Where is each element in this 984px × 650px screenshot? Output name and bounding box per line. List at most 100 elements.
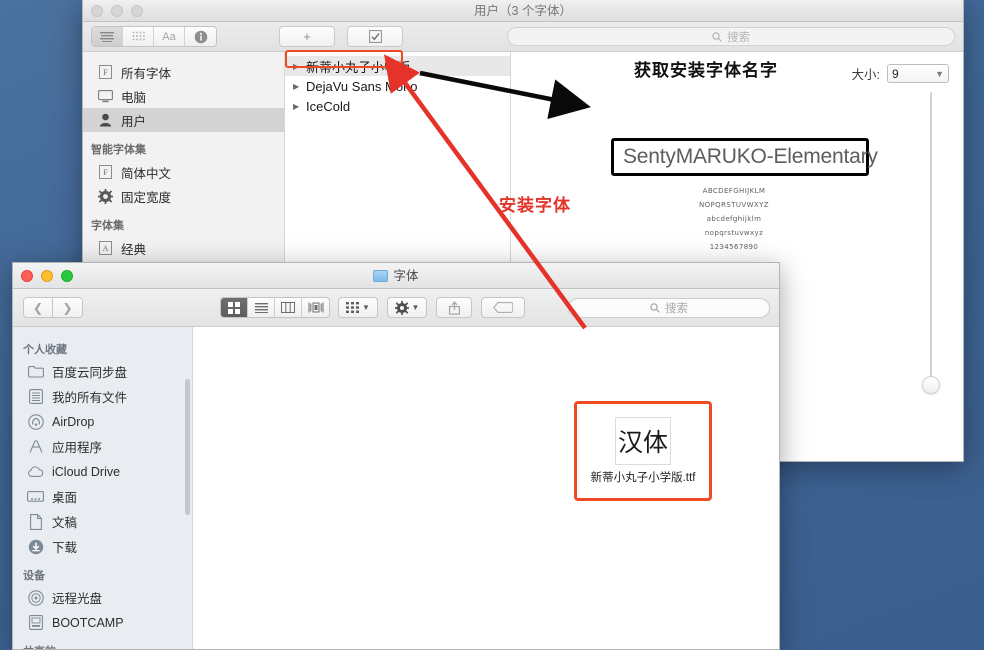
- finder-search-placeholder: 搜索: [665, 302, 688, 315]
- add-font-button[interactable]: +: [279, 26, 335, 47]
- font-list-item-label: IceCold: [306, 98, 351, 114]
- sidebar-item-baidu-sync[interactable]: 百度云同步盘: [13, 359, 192, 384]
- sidebar-item-icloud-drive[interactable]: iCloud Drive: [13, 459, 192, 484]
- search-icon: [712, 31, 722, 42]
- chevron-down-icon[interactable]: ▼: [935, 69, 944, 79]
- font-collection-icon: F: [97, 165, 113, 180]
- coverflow-view-icon[interactable]: [302, 298, 329, 317]
- sidebar-item-applications[interactable]: 应用程序: [13, 434, 192, 459]
- font-size-label: 大小:: [851, 68, 880, 82]
- sidebar-group-collections: 字体集: [91, 220, 124, 232]
- sidebar-scrollbar[interactable]: [185, 379, 190, 515]
- finder-title-text: 字体: [393, 269, 419, 283]
- applications-icon: [27, 439, 44, 454]
- font-size-value: 9: [892, 66, 899, 81]
- chevron-down-icon[interactable]: ▼: [412, 303, 420, 312]
- sidebar-item-label: AirDrop: [52, 414, 95, 429]
- tag-icon: [493, 302, 513, 313]
- checkbox-icon: [368, 30, 382, 43]
- sidebar-item-label: 我的所有文件: [52, 391, 128, 405]
- sample-line: nopqrstuvwxyz: [704, 229, 764, 237]
- sidebar-item-label: 所有字体: [121, 66, 172, 81]
- disclosure-triangle-icon[interactable]: ▶: [293, 82, 302, 91]
- font-book-search-field[interactable]: 搜索: [507, 27, 955, 46]
- font-list-item-senty[interactable]: ▶ 新蒂小丸子小学版: [285, 56, 510, 76]
- sidebar-item-label: 应用程序: [52, 441, 103, 455]
- sidebar-item-remote-disc[interactable]: 远程光盘: [13, 585, 192, 610]
- font-list-item-icecold[interactable]: ▶ IceCold: [285, 96, 510, 116]
- arrange-button[interactable]: ▼: [338, 297, 378, 318]
- finder-toolbar[interactable]: ❮ ❯ ▼ ▼ 搜索: [13, 289, 779, 327]
- font-book-view-segment[interactable]: Aa: [91, 26, 217, 47]
- sidebar-item-label: 简体中文: [121, 166, 172, 181]
- font-size-select[interactable]: 9 ▼: [887, 64, 949, 83]
- sidebar-item-classic[interactable]: A 经典: [83, 236, 284, 260]
- sidebar-item-label: 电脑: [121, 90, 147, 105]
- finder-nav-segment[interactable]: ❮ ❯: [23, 297, 83, 318]
- svg-text:F: F: [103, 68, 108, 77]
- disclosure-triangle-icon[interactable]: ▶: [293, 62, 302, 71]
- chevron-right-icon[interactable]: ❯: [53, 297, 83, 318]
- list-view-icon[interactable]: [248, 298, 275, 317]
- validate-font-button[interactable]: [347, 26, 403, 47]
- font-book-toolbar[interactable]: Aa + 搜索: [83, 22, 963, 52]
- sidebar-group-smart: 智能字体集: [91, 144, 146, 156]
- sidebar-item-desktop[interactable]: 桌面: [13, 484, 192, 509]
- font-size-slider-knob[interactable]: [922, 376, 940, 394]
- disclosure-triangle-icon[interactable]: ▶: [293, 102, 302, 111]
- chevron-left-icon[interactable]: ❮: [23, 297, 53, 318]
- sidebar-item-label: 下载: [52, 541, 78, 555]
- file-item-ttf[interactable]: 汉体 新蒂小丸子小学版.ttf: [574, 401, 712, 501]
- sidebar-item-downloads[interactable]: 下载: [13, 534, 192, 559]
- finder-sidebar[interactable]: 个人收藏 百度云同步盘 我的所有文件 AirDrop 应用程序 iCloud D…: [13, 327, 193, 649]
- chevron-down-icon[interactable]: ▼: [362, 303, 370, 312]
- action-button[interactable]: ▼: [387, 297, 427, 318]
- list-view-icon[interactable]: [92, 27, 123, 46]
- font-size-slider-track[interactable]: [930, 92, 932, 388]
- font-book-title: 用户（3 个字体）: [474, 4, 572, 18]
- font-file-thumbnail: 汉体: [615, 417, 671, 465]
- font-name-text: SentyMARUKO-Elementary: [623, 145, 878, 168]
- sidebar-item-label: 固定宽度: [121, 190, 172, 205]
- svg-text:A: A: [102, 244, 108, 253]
- finder-view-segment[interactable]: [220, 297, 330, 318]
- finder-window[interactable]: 字体 ❮ ❯ ▼ ▼ 搜索 个人收藏 百度云同步盘 我的所有文件 AirDrop…: [12, 262, 780, 650]
- sidebar-item-airdrop[interactable]: AirDrop: [13, 409, 192, 434]
- sidebar-item-label: 远程光盘: [52, 592, 103, 606]
- finder-titlebar[interactable]: 字体: [13, 263, 779, 289]
- tag-button[interactable]: [481, 297, 525, 318]
- grid-view-icon[interactable]: [123, 27, 154, 46]
- font-thumbnail-text: 汉体: [617, 428, 668, 457]
- font-book-titlebar[interactable]: 用户（3 个字体）: [83, 0, 963, 22]
- font-name-display: SentyMARUKO-Elementary: [611, 138, 878, 176]
- font-list-item-label: DejaVu Sans Mono: [306, 78, 418, 94]
- icon-view-icon[interactable]: [221, 298, 248, 317]
- sidebar-item-bootcamp[interactable]: BOOTCAMP: [13, 610, 192, 635]
- sidebar-item-fixed-width[interactable]: 固定宽度: [83, 184, 284, 208]
- remote-disc-icon: [27, 589, 44, 606]
- finder-file-area[interactable]: 汉体 新蒂小丸子小学版.ttf: [193, 327, 779, 649]
- share-button[interactable]: [436, 297, 472, 318]
- font-list-item-dejavu[interactable]: ▶ DejaVu Sans Mono: [285, 76, 510, 96]
- finder-title: 字体: [13, 263, 779, 289]
- sidebar-item-all-fonts[interactable]: F 所有字体: [83, 60, 284, 84]
- all-files-icon: [27, 389, 44, 404]
- info-icon[interactable]: [185, 27, 216, 46]
- sidebar-item-user[interactable]: 用户: [83, 108, 284, 132]
- sidebar-item-simplified-chinese[interactable]: F 简体中文: [83, 160, 284, 184]
- documents-icon: [27, 513, 44, 530]
- cloud-icon: [27, 464, 44, 479]
- sample-text-button[interactable]: Aa: [154, 27, 185, 46]
- sidebar-item-computer[interactable]: 电脑: [83, 84, 284, 108]
- finder-search-field[interactable]: 搜索: [568, 297, 770, 318]
- font-size-control[interactable]: 大小: 9 ▼: [852, 64, 949, 83]
- sidebar-item-all-my-files[interactable]: 我的所有文件: [13, 384, 192, 409]
- sample-line: 1234567890: [709, 243, 759, 251]
- sidebar-item-label: 桌面: [52, 491, 78, 505]
- font-list-item-label: 新蒂小丸子小学版: [306, 59, 411, 75]
- sidebar-group-shared: 共享的: [13, 635, 192, 649]
- sidebar-group-devices: 设备: [23, 570, 45, 582]
- sidebar-group-favorites: 个人收藏: [23, 344, 67, 356]
- sidebar-item-documents[interactable]: 文稿: [13, 509, 192, 534]
- column-view-icon[interactable]: [275, 298, 302, 317]
